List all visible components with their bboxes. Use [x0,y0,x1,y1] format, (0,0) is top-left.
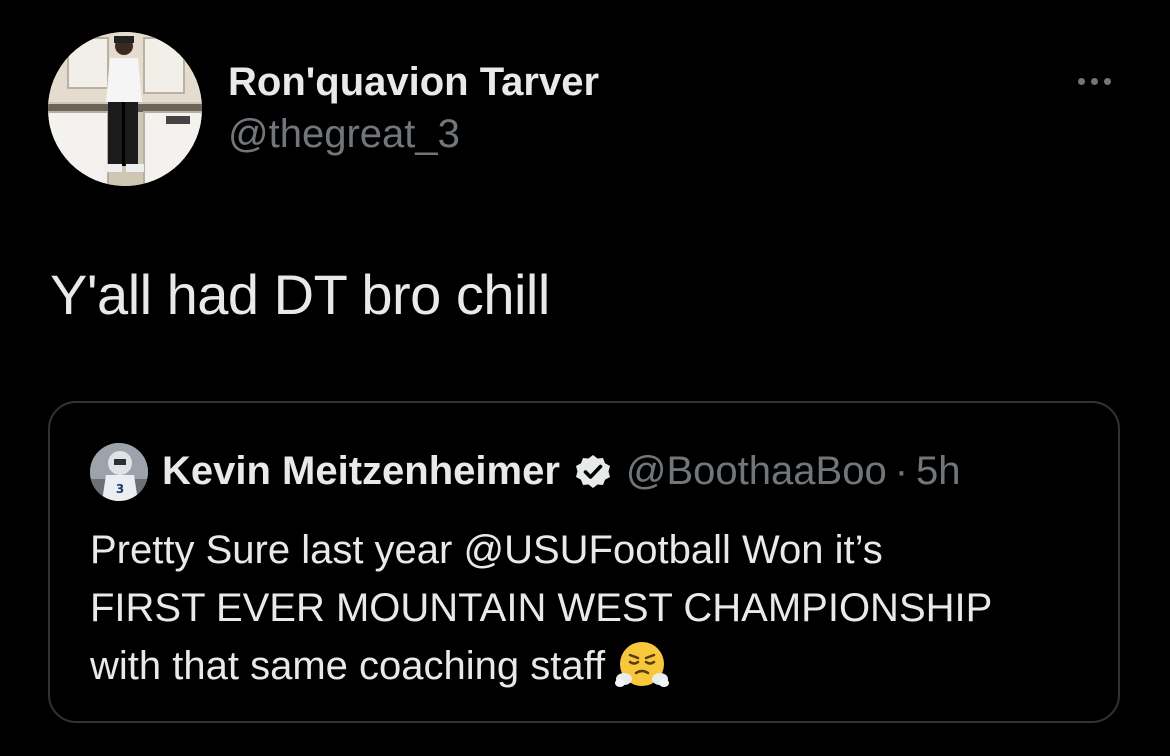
tweet-text: Y'all had DT bro chill [50,263,550,326]
quoted-tweet-header: Kevin Meitzenheimer @BoothaaBoo · 5h [162,449,961,494]
author-name[interactable]: Ron'quavion Tarver [228,60,599,105]
verified-badge-icon [574,453,612,491]
author-handle[interactable]: @thegreat_3 [228,112,460,157]
quoted-tweet-text-line: Pretty Sure last year @USUFootball Won i… [90,528,883,572]
quoted-author-handle[interactable]: @BoothaaBoo [626,449,887,494]
author-avatar[interactable] [48,32,202,186]
face-with-steam-from-nose-icon [615,637,670,691]
quoted-tweet-timestamp[interactable]: 5h [916,449,961,494]
quoted-tweet-card[interactable]: 3 Kevin Meitzenheimer @BoothaaBoo · 5h P… [48,401,1120,723]
more-horizontal-icon-dot [1103,77,1111,85]
more-options-button[interactable] [1068,66,1120,96]
quoted-tweet-text-line-with-emoji: with that same coaching staff [90,637,1100,695]
svg-text:3: 3 [116,482,124,496]
quoted-author-avatar-photo: 3 [90,443,148,501]
tweet: Ron'quavion Tarver @thegreat_3 Y'all had… [0,0,1170,756]
quoted-tweet-text: Pretty Sure last year @USUFootball Won i… [90,521,1100,695]
quoted-tweet-text-line: FIRST EVER MOUNTAIN WEST CHAMPIONSHIP [90,586,993,630]
quoted-author-avatar[interactable]: 3 [90,443,148,501]
quoted-tweet-text-line: with that same coaching staff [90,644,606,688]
more-horizontal-icon [1077,77,1085,85]
quoted-author-name[interactable]: Kevin Meitzenheimer [162,449,560,494]
more-horizontal-icon-dot [1090,77,1098,85]
author-avatar-photo [48,32,202,186]
header-separator: · [894,449,909,493]
